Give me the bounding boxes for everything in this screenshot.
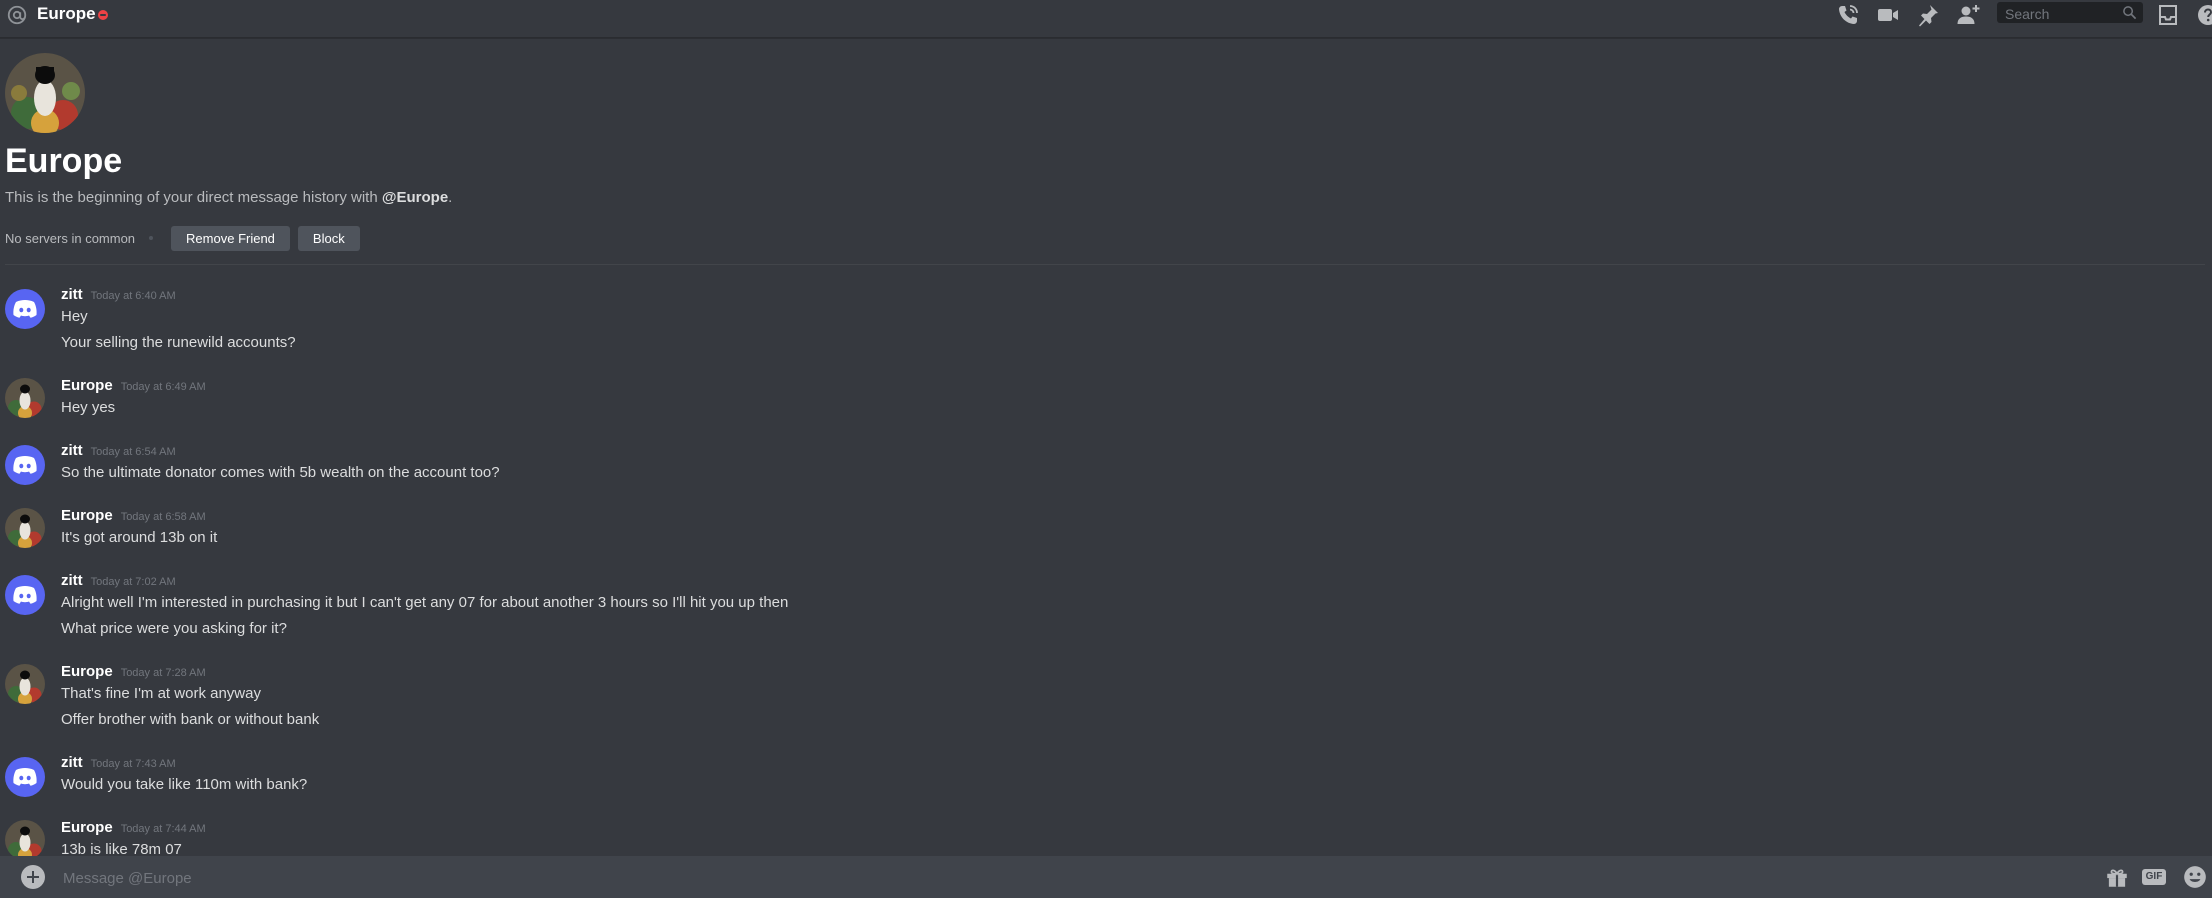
discord-avatar[interactable] bbox=[5, 445, 45, 485]
mutual-servers-text: No servers in common bbox=[5, 230, 136, 246]
message-input[interactable] bbox=[61, 867, 2065, 889]
gift-icon[interactable] bbox=[2104, 864, 2130, 890]
author-name[interactable]: zitt bbox=[61, 286, 83, 303]
profile-name: Europe bbox=[5, 142, 123, 180]
author-name[interactable]: Europe bbox=[61, 819, 113, 836]
user-mention[interactable]: @Europe bbox=[382, 189, 448, 206]
pin-icon[interactable] bbox=[1916, 3, 1940, 27]
divider bbox=[5, 264, 2205, 265]
message-timestamp: Today at 6:49 AM bbox=[120, 381, 206, 393]
message-timestamp: Today at 6:58 AM bbox=[120, 511, 206, 523]
dm-history-description: This is the beginning of your direct mes… bbox=[5, 188, 452, 208]
description-text: This is the beginning of your direct mes… bbox=[5, 189, 382, 206]
author-name[interactable]: zitt bbox=[61, 572, 83, 589]
message-timestamp: Today at 7:28 AM bbox=[120, 667, 206, 679]
message-text: Alright well I'm interested in purchasin… bbox=[61, 594, 789, 611]
remove-friend-button[interactable]: Remove Friend bbox=[171, 225, 290, 251]
message-timestamp: Today at 6:54 AM bbox=[90, 446, 176, 458]
message-timestamp: Today at 7:44 AM bbox=[120, 823, 206, 835]
profile-avatar bbox=[5, 53, 85, 133]
search-input[interactable] bbox=[2003, 4, 2117, 23]
message-text: So the ultimate donator comes with 5b we… bbox=[61, 464, 500, 481]
description-suffix: . bbox=[448, 189, 453, 206]
discord-avatar[interactable] bbox=[5, 575, 45, 615]
author-name[interactable]: zitt bbox=[61, 442, 83, 459]
search-icon bbox=[2123, 6, 2137, 20]
author-name[interactable]: Europe bbox=[61, 663, 113, 680]
message-author[interactable]: Europe Today at 7:28 AM bbox=[61, 662, 206, 683]
author-name[interactable]: zitt bbox=[61, 754, 83, 771]
message-author[interactable]: Europe Today at 7:44 AM bbox=[61, 818, 206, 839]
message-timestamp: Today at 7:02 AM bbox=[90, 576, 176, 588]
message-timestamp: Today at 7:43 AM bbox=[90, 758, 176, 770]
user-avatar[interactable] bbox=[5, 664, 45, 704]
user-avatar[interactable] bbox=[5, 378, 45, 418]
block-button[interactable]: Block bbox=[297, 225, 360, 251]
message-author[interactable]: Europe Today at 6:49 AM bbox=[61, 376, 206, 397]
message-author[interactable]: Europe Today at 6:58 AM bbox=[61, 506, 206, 527]
message-text: Hey yes bbox=[61, 399, 116, 416]
message-composer: GIF bbox=[0, 856, 2212, 898]
message-text: What price were you asking for it? bbox=[61, 620, 287, 637]
author-name[interactable]: Europe bbox=[61, 507, 113, 524]
author-name[interactable]: Europe bbox=[61, 377, 113, 394]
message-text: Offer brother with bank or without bank bbox=[61, 711, 320, 728]
discord-avatar[interactable] bbox=[5, 757, 45, 797]
video-icon[interactable] bbox=[1876, 3, 1900, 27]
search-box[interactable] bbox=[1997, 2, 2143, 23]
separator-dot bbox=[149, 236, 154, 240]
user-avatar[interactable] bbox=[5, 820, 45, 860]
at-icon bbox=[7, 5, 27, 25]
message-text: It's got around 13b on it bbox=[61, 529, 218, 546]
add-attachment-icon[interactable] bbox=[21, 865, 45, 889]
gif-button[interactable]: GIF bbox=[2142, 869, 2166, 885]
discord-avatar[interactable] bbox=[5, 289, 45, 329]
message-author[interactable]: zitt Today at 6:54 AM bbox=[61, 441, 176, 462]
inbox-icon[interactable] bbox=[2156, 3, 2180, 27]
emoji-icon[interactable] bbox=[2182, 864, 2208, 890]
add-friend-icon[interactable] bbox=[1956, 3, 1980, 27]
message-text: Would you take like 110m with bank? bbox=[61, 776, 308, 793]
message-text: Hey bbox=[61, 308, 88, 325]
user-avatar[interactable] bbox=[5, 508, 45, 548]
message-author[interactable]: zitt Today at 7:02 AM bbox=[61, 571, 176, 592]
message-text: That's fine I'm at work anyway bbox=[61, 685, 261, 702]
channel-title: Europe bbox=[37, 4, 96, 23]
call-icon[interactable] bbox=[1836, 3, 1860, 27]
channel-header: Europe bbox=[0, 0, 2212, 38]
profile-actions: No servers in common Remove Friend Block bbox=[5, 225, 368, 251]
message-timestamp: Today at 6:40 AM bbox=[90, 290, 176, 302]
message-author[interactable]: zitt Today at 6:40 AM bbox=[61, 285, 176, 306]
message-text: Your selling the runewild accounts? bbox=[61, 334, 296, 351]
dnd-status-icon bbox=[98, 10, 108, 20]
help-icon[interactable] bbox=[2196, 3, 2212, 27]
message-author[interactable]: zitt Today at 7:43 AM bbox=[61, 753, 176, 774]
